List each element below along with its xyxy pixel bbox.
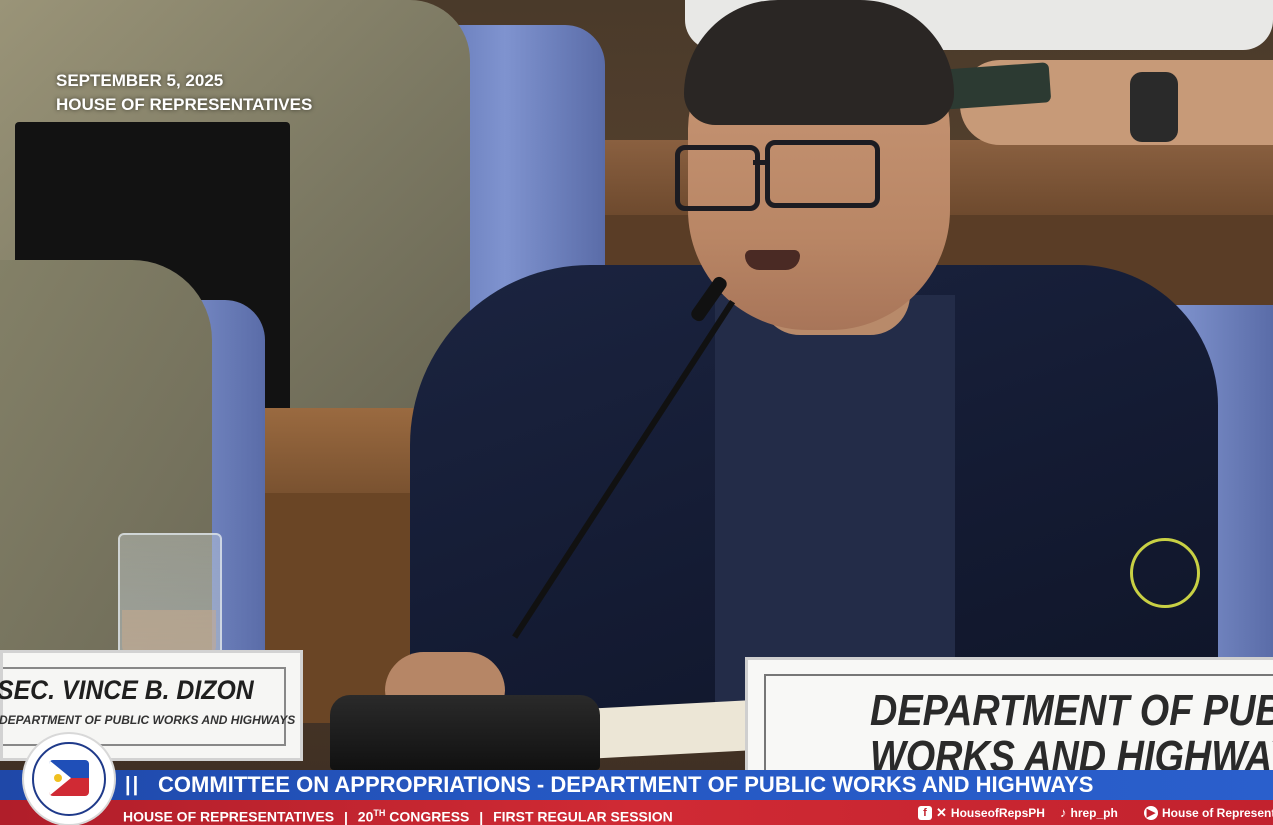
house-label: HOUSE OF REPRESENTATIVES xyxy=(123,808,335,825)
separator: | xyxy=(343,808,348,825)
placard-speaker-department: DEPARTMENT OF PUBLIC WORKS AND HIGHWAYS xyxy=(0,713,296,727)
speaker-mouth xyxy=(745,250,800,270)
house-of-representatives-seal-icon xyxy=(22,732,116,825)
congress-label: CONGRESS xyxy=(389,808,470,825)
sleeve-badge-icon xyxy=(1130,538,1200,608)
background-watch xyxy=(1130,72,1178,142)
background-phone xyxy=(938,62,1052,110)
tiktok-handle: hrep_ph xyxy=(1070,806,1118,820)
department-line-1: DEPARTMENT OF PUBLIC xyxy=(870,686,1273,735)
speaker-hair xyxy=(684,0,954,125)
congress-suffix: TH xyxy=(373,808,386,818)
social-facebook-x: f ✕ HouseofRepsPH xyxy=(918,803,1045,823)
youtube-icon: ▶ xyxy=(1144,806,1158,820)
video-frame: SEC. VINCE B. DIZON DEPARTMENT OF PUBLIC… xyxy=(0,0,1273,825)
session-label: FIRST REGULAR SESSION xyxy=(493,808,673,825)
facebook-x-handle: HouseofRepsPH xyxy=(950,806,1045,820)
youtube-handle: House of Representa xyxy=(1162,806,1273,820)
glasses-lens xyxy=(765,140,880,208)
social-tiktok: ♪ hrep_ph xyxy=(1060,803,1118,823)
date-overlay: SEPTEMBER 5, 2025 HOUSE OF REPRESENTATIV… xyxy=(56,69,312,117)
hearing-title: COMMITTEE ON APPROPRIATIONS - DEPARTMENT… xyxy=(158,772,1094,797)
department-placard: DEPARTMENT OF PUBLIC WORKS AND HIGHWAYS xyxy=(745,657,1273,783)
separator: | xyxy=(479,808,484,825)
broadcast-venue: HOUSE OF REPRESENTATIVES xyxy=(56,95,313,114)
broadcast-date: SEPTEMBER 5, 2025 xyxy=(56,71,224,90)
title-divider: || xyxy=(125,774,141,796)
flag-icon xyxy=(49,760,89,796)
glasses-icon xyxy=(675,145,760,211)
glasses-bridge xyxy=(753,160,767,165)
social-youtube: ▶ House of Representa xyxy=(1144,803,1273,823)
facebook-icon: f xyxy=(918,806,932,820)
placard-speaker-name: SEC. VINCE B. DIZON xyxy=(0,675,254,705)
session-info: HOUSE OF REPRESENTATIVES | 20TH CONGRESS… xyxy=(123,804,673,825)
microphone-base xyxy=(330,695,600,770)
department-placard-text: DEPARTMENT OF PUBLIC WORKS AND HIGHWAYS xyxy=(870,688,1273,780)
tiktok-icon: ♪ xyxy=(1060,805,1067,820)
x-icon: ✕ xyxy=(936,805,947,820)
congress-number: 20 xyxy=(357,808,374,825)
